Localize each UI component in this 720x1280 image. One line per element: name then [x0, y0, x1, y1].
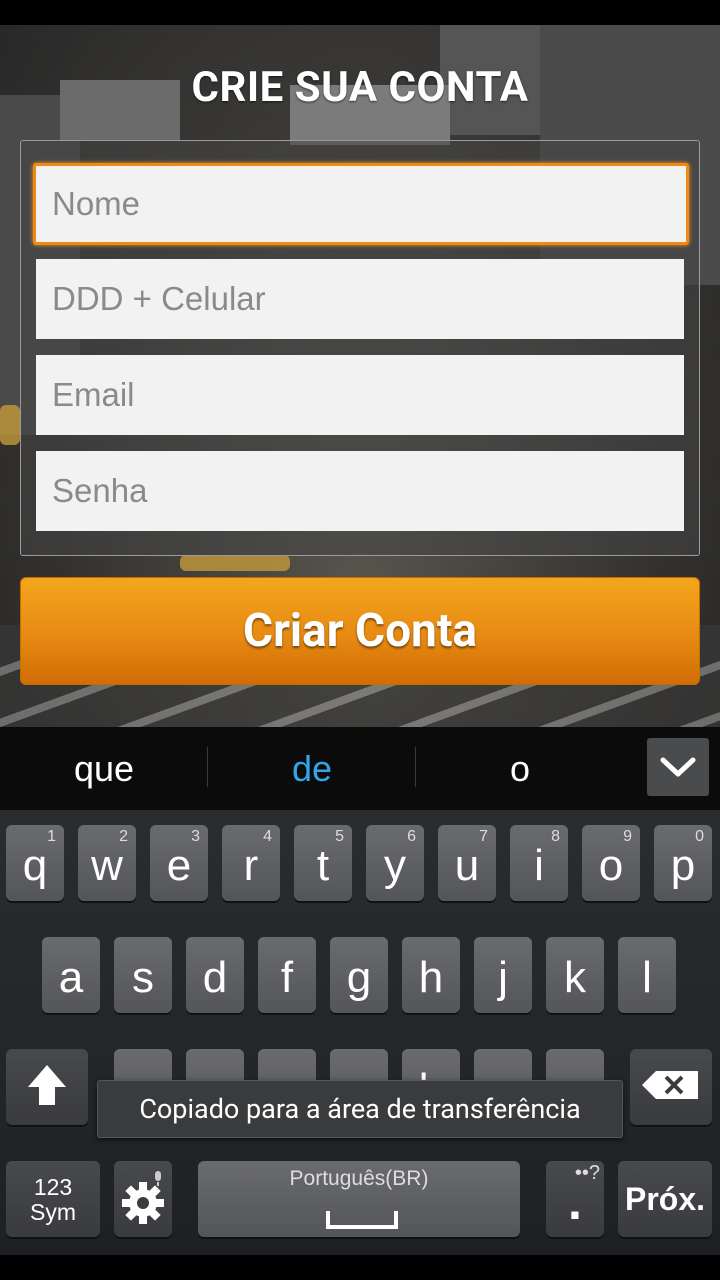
shift-key[interactable] [6, 1049, 88, 1125]
space-key[interactable]: Português(BR) [198, 1161, 520, 1237]
suggestion-item[interactable]: que [0, 727, 208, 810]
soft-keyboard: que de o 1q 2w 3e 4r 5t 6y 7u 8i 9o 0p a… [0, 727, 720, 1255]
key-label: e [166, 841, 192, 890]
symbols-label-bottom: Sym [30, 1199, 76, 1225]
microphone-icon [155, 1171, 161, 1186]
key-h[interactable]: h [402, 937, 460, 1013]
key-label: i [534, 841, 544, 890]
key-area: 1q 2w 3e 4r 5t 6y 7u 8i 9o 0p a s d f g … [0, 810, 720, 1255]
signup-screen: CRIE SUA CONTA Criar Conta [0, 25, 720, 727]
space-bar-icon [326, 1211, 398, 1229]
chevron-down-icon [660, 757, 696, 777]
key-j[interactable]: j [474, 937, 532, 1013]
key-i[interactable]: 8i [510, 825, 568, 901]
key-t[interactable]: 5t [294, 825, 352, 901]
key-label: t [316, 841, 330, 890]
period-key-hint: ••? [574, 1162, 600, 1184]
key-u[interactable]: 7u [438, 825, 496, 901]
key-hint: 0 [695, 828, 704, 845]
password-field[interactable] [36, 451, 684, 531]
backspace-icon [642, 1071, 698, 1099]
suggestion-item[interactable]: de [208, 727, 416, 810]
settings-key[interactable] [114, 1161, 172, 1237]
key-label: o [598, 841, 624, 890]
key-label: r [243, 841, 259, 890]
key-k[interactable]: k [546, 937, 604, 1013]
clipboard-toast: Copiado para a área de transferência [97, 1080, 623, 1138]
key-label: w [91, 841, 123, 890]
background-taxi [180, 555, 290, 571]
key-hint: 8 [551, 828, 560, 845]
navigation-bar [0, 1255, 720, 1280]
key-f[interactable]: f [258, 937, 316, 1013]
backspace-key[interactable] [630, 1049, 712, 1125]
next-key[interactable]: Próx. [618, 1161, 712, 1237]
key-hint: 4 [263, 828, 272, 845]
key-e[interactable]: 3e [150, 825, 208, 901]
key-r[interactable]: 4r [222, 825, 280, 901]
email-field[interactable] [36, 355, 684, 435]
key-d[interactable]: d [186, 937, 244, 1013]
key-hint: 2 [119, 828, 128, 845]
key-hint: 9 [623, 828, 632, 845]
page-title: CRIE SUA CONTA [191, 63, 529, 112]
suggestion-bar: que de o [0, 727, 720, 810]
key-q[interactable]: 1q [6, 825, 64, 901]
key-a[interactable]: a [42, 937, 100, 1013]
space-language-label: Português(BR) [289, 1167, 429, 1190]
key-hint: 7 [479, 828, 488, 845]
key-hint: 5 [335, 828, 344, 845]
key-g[interactable]: g [330, 937, 388, 1013]
key-w[interactable]: 2w [78, 825, 136, 901]
symbols-key[interactable]: 123 Sym [6, 1161, 100, 1237]
key-p[interactable]: 0p [654, 825, 712, 901]
suggestion-item[interactable]: o [416, 727, 624, 810]
status-bar [0, 0, 720, 25]
key-s[interactable]: s [114, 937, 172, 1013]
gear-icon [122, 1171, 164, 1224]
signup-form [20, 140, 700, 556]
collapse-keyboard-button[interactable] [647, 738, 709, 796]
shift-icon [28, 1065, 66, 1105]
period-key[interactable]: ••? . [546, 1161, 604, 1237]
create-account-button[interactable]: Criar Conta [20, 577, 700, 685]
key-hint: 3 [191, 828, 200, 845]
name-field[interactable] [33, 163, 689, 245]
key-label: y [384, 841, 406, 890]
key-hint: 6 [407, 828, 416, 845]
key-hint: 1 [47, 828, 56, 845]
key-label: u [454, 841, 480, 890]
key-y[interactable]: 6y [366, 825, 424, 901]
key-l[interactable]: l [618, 937, 676, 1013]
symbols-label-top: 123 [33, 1174, 73, 1200]
key-o[interactable]: 9o [582, 825, 640, 901]
phone-field[interactable] [36, 259, 684, 339]
key-label: p [670, 841, 696, 890]
key-label: q [22, 841, 48, 890]
background-taxi [0, 405, 20, 445]
